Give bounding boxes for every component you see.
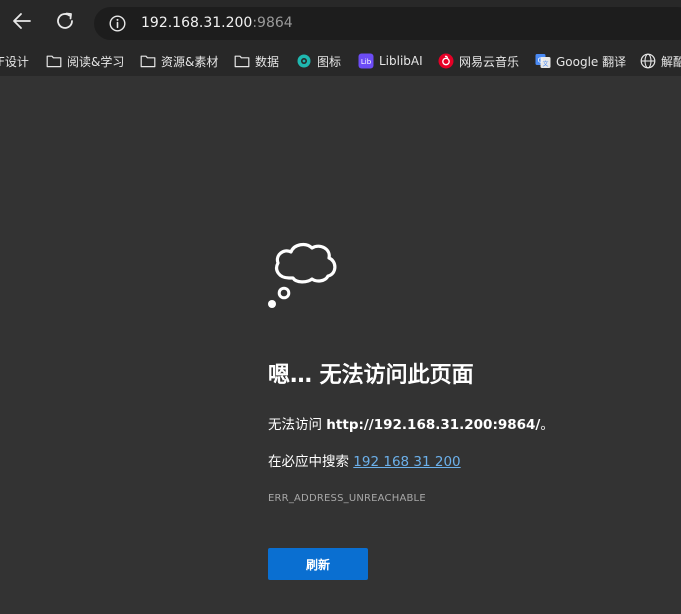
- svg-text:文: 文: [542, 60, 548, 68]
- bookmark-label: 资源&素材: [161, 54, 219, 69]
- url-port: :9864: [252, 15, 293, 31]
- bookmark-resources[interactable]: 资源&素材: [140, 52, 218, 70]
- search-suggestion-prefix: 在必应中搜索: [268, 454, 354, 470]
- error-message-suffix: 。: [540, 417, 554, 433]
- search-suggestion: 在必应中搜索 192 168 31 200: [268, 450, 461, 470]
- bookmark-reading[interactable]: 阅读&学习: [46, 52, 124, 70]
- error-title: 嗯… 无法访问此页面: [268, 363, 474, 388]
- liblib-icon: Lib: [358, 53, 374, 69]
- bookmark-label: 解酷: [661, 54, 681, 69]
- error-code: ERR_ADDRESS_UNREACHABLE: [268, 493, 426, 504]
- bookmarks-bar: F设计 阅读&学习 资源&素材 数据 图标 Lib LiblibAI 网易云音乐…: [0, 46, 681, 76]
- bookmark-label: LiblibAI: [379, 54, 423, 68]
- info-icon[interactable]: [109, 15, 126, 36]
- arrow-left-icon: [11, 10, 33, 36]
- bookmark-label: 数据: [255, 54, 280, 69]
- bookmark-f-design[interactable]: F设计: [0, 52, 29, 70]
- bookmark-data[interactable]: 数据: [234, 52, 279, 70]
- google-translate-icon: G 文: [535, 53, 551, 69]
- svg-text:Lib: Lib: [361, 58, 372, 66]
- thought-cloud-icon: [265, 236, 345, 316]
- refresh-icon: [54, 10, 76, 36]
- bookmark-label: 阅读&学习: [67, 54, 125, 69]
- globe-icon: [640, 53, 656, 69]
- bookmark-icons[interactable]: 图标: [296, 52, 341, 70]
- bookmark-google-translate[interactable]: G 文 Google 翻译: [535, 52, 626, 70]
- back-button[interactable]: [8, 9, 36, 37]
- error-url: http://192.168.31.200:9864/: [326, 417, 541, 433]
- address-bar[interactable]: 192.168.31.200:9864: [94, 7, 681, 40]
- refresh-button-toolbar[interactable]: [51, 9, 79, 37]
- bookmark-liblibai[interactable]: Lib LiblibAI: [358, 52, 423, 70]
- error-message-prefix: 无法访问: [268, 417, 327, 433]
- url-text[interactable]: 192.168.31.200:9864: [141, 15, 293, 31]
- bing-search-link[interactable]: 192 168 31 200: [353, 454, 460, 470]
- bookmark-netease-music[interactable]: 网易云音乐: [438, 52, 519, 70]
- bookmark-label: 图标: [317, 54, 342, 69]
- error-message: 无法访问 http://192.168.31.200:9864/。: [268, 413, 554, 433]
- refresh-button[interactable]: 刷新: [268, 548, 368, 580]
- iconfont-icon: [296, 53, 312, 69]
- folder-icon: [46, 53, 62, 69]
- browser-toolbar: 192.168.31.200:9864: [0, 0, 681, 46]
- bookmark-label: F设计: [0, 54, 29, 69]
- bookmark-jieku[interactable]: 解酷: [640, 52, 681, 70]
- bookmark-label: Google 翻译: [556, 54, 627, 69]
- bookmark-label: 网易云音乐: [459, 54, 520, 69]
- url-host: 192.168.31.200: [141, 15, 253, 31]
- netease-music-icon: [438, 53, 454, 69]
- error-page: 嗯… 无法访问此页面 无法访问 http://192.168.31.200:98…: [0, 76, 681, 614]
- folder-icon: [140, 53, 156, 69]
- folder-icon: [234, 53, 250, 69]
